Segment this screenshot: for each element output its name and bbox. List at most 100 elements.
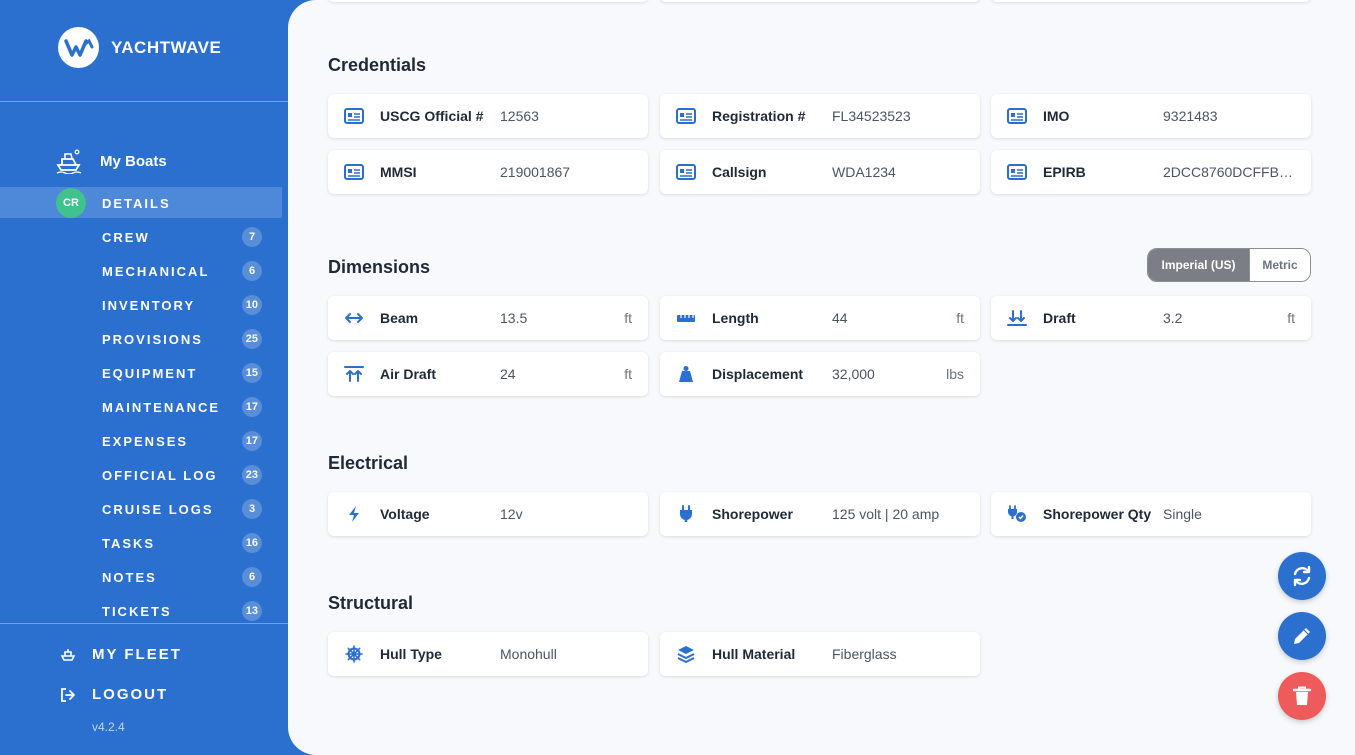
sidebar: YACHTWAVE My Boats CR DETAILS CREW 7 MEC…	[0, 0, 288, 755]
field-label: Registration #	[712, 108, 806, 124]
bolt-icon	[344, 504, 364, 524]
field-card-mmsi: MMSI 219001867	[328, 150, 648, 194]
count-badge: 16	[241, 533, 262, 553]
field-label: IMO	[1043, 108, 1070, 124]
field-card-shorepower: Shorepower 125 volt | 20 amp	[660, 492, 980, 536]
field-label: Length	[712, 310, 759, 326]
field-value: 125 volt | 20 amp	[832, 506, 940, 522]
avatar: CR	[56, 188, 86, 218]
count-badge: 6	[242, 261, 262, 281]
field-value: WDA1234	[832, 164, 896, 180]
field-value: 12563	[500, 108, 539, 124]
imperial-toggle-button[interactable]: Imperial (US)	[1148, 249, 1249, 281]
field-unit: ft	[1287, 310, 1295, 326]
edit-button[interactable]	[1278, 612, 1326, 660]
refresh-button[interactable]	[1278, 552, 1326, 600]
nav-label: TASKS	[102, 535, 156, 551]
count-badge: 23	[241, 465, 262, 485]
nav-item-tickets[interactable]: TICKETS 13	[102, 601, 262, 621]
unit-toggle[interactable]: Imperial (US) Metric	[1147, 248, 1311, 282]
card-stub	[991, 0, 1311, 2]
field-value: Single	[1163, 506, 1202, 522]
nav-label: DETAILS	[102, 195, 171, 211]
field-card-shorepower-qty: Shorepower Qty Single	[991, 492, 1311, 536]
field-card-air-draft: Air Draft 24 ft	[328, 352, 648, 396]
card-stub	[328, 0, 648, 2]
field-label: Callsign	[712, 164, 767, 180]
field-value: 3.2	[1163, 310, 1183, 326]
arrow-down-to-line-icon	[1007, 308, 1027, 328]
field-label: Hull Material	[712, 646, 796, 662]
nav-item-maintenance[interactable]: MAINTENANCE 17	[102, 397, 262, 417]
my-boats-link[interactable]: My Boats	[55, 148, 167, 174]
field-card-registration: Registration # FL34523523	[660, 94, 980, 138]
plug-circle-icon	[1007, 504, 1027, 524]
field-card-hull-material: Hull Material Fiberglass	[660, 632, 980, 676]
main-content: Credentials USCG Official # 12563 Regist…	[288, 0, 1355, 755]
nav-label: CRUISE LOGS	[102, 501, 214, 517]
my-boats-label: My Boats	[100, 152, 167, 170]
logo-icon	[58, 27, 99, 68]
arrow-up-to-line-icon	[344, 364, 364, 384]
nav-item-mechanical[interactable]: MECHANICAL 6	[102, 261, 262, 281]
id-card-icon	[1007, 162, 1027, 182]
metric-toggle-button[interactable]: Metric	[1249, 249, 1310, 281]
ruler-icon	[676, 308, 696, 328]
logout-label: LOGOUT	[92, 686, 169, 703]
nav-item-crew[interactable]: CREW 7	[102, 227, 262, 247]
id-card-icon	[676, 162, 696, 182]
boat-icon	[56, 149, 82, 174]
count-badge: 17	[241, 431, 262, 451]
nav-item-official-log[interactable]: OFFICIAL LOG 23	[102, 465, 262, 485]
field-value: 24	[500, 366, 516, 382]
field-card-displacement: Displacement 32,000 lbs	[660, 352, 980, 396]
nav-label: MECHANICAL	[102, 263, 210, 279]
nav-item-details[interactable]: DETAILS	[102, 193, 262, 213]
field-label: Air Draft	[380, 366, 437, 382]
count-badge: 25	[241, 329, 262, 349]
id-card-icon	[676, 106, 696, 126]
logout-link[interactable]: LOGOUT	[60, 686, 168, 703]
field-label: Hull Type	[380, 646, 442, 662]
ship-icon	[60, 648, 76, 661]
field-label: Beam	[380, 310, 419, 326]
count-badge: 3	[242, 499, 262, 519]
id-card-icon	[1007, 106, 1027, 126]
field-card-beam: Beam 13.5 ft	[328, 296, 648, 340]
brand-logo[interactable]: YACHTWAVE	[58, 27, 221, 68]
delete-button[interactable]	[1278, 672, 1326, 720]
nav-item-equipment[interactable]: EQUIPMENT 15	[102, 363, 262, 383]
brand-name: YACHTWAVE	[111, 37, 222, 57]
logout-icon	[61, 687, 75, 702]
nav-label: MAINTENANCE	[102, 399, 221, 415]
field-card-callsign: Callsign WDA1234	[660, 150, 980, 194]
nav-item-provisions[interactable]: PROVISIONS 25	[102, 329, 262, 349]
field-label: Shorepower	[712, 506, 793, 522]
field-label: EPIRB	[1043, 164, 1086, 180]
field-card-epirb: EPIRB 2DCC8760DCFFBFF	[991, 150, 1311, 194]
nav-item-cruise-logs[interactable]: CRUISE LOGS 3	[102, 499, 262, 519]
nav-label: CREW	[102, 229, 150, 245]
nav-label: TICKETS	[102, 603, 172, 619]
count-badge: 7	[242, 227, 262, 247]
field-card-length: Length 44 ft	[660, 296, 980, 340]
field-value: FL34523523	[832, 108, 911, 124]
field-label: Shorepower Qty	[1043, 506, 1152, 522]
structural-title: Structural	[328, 593, 414, 613]
my-fleet-label: MY FLEET	[92, 646, 182, 663]
refresh-icon	[1293, 565, 1311, 587]
field-value: 13.5	[500, 310, 528, 326]
nav-label: PROVISIONS	[102, 331, 203, 347]
app-version: v4.2.4	[92, 720, 125, 734]
nav-item-expenses[interactable]: EXPENSES 17	[102, 431, 262, 451]
nav-item-tasks[interactable]: TASKS 16	[102, 533, 262, 553]
my-fleet-link[interactable]: MY FLEET	[60, 646, 182, 663]
nav-item-inventory[interactable]: INVENTORY 10	[102, 295, 262, 315]
field-card-voltage: Voltage 12v	[328, 492, 648, 536]
nav-item-notes[interactable]: NOTES 6	[102, 567, 262, 587]
field-value: Fiberglass	[832, 646, 897, 662]
count-badge: 6	[242, 567, 262, 587]
nav-label: INVENTORY	[102, 297, 196, 313]
field-value: 2DCC8760DCFFBFF	[1163, 164, 1295, 180]
trash-icon	[1292, 686, 1312, 705]
